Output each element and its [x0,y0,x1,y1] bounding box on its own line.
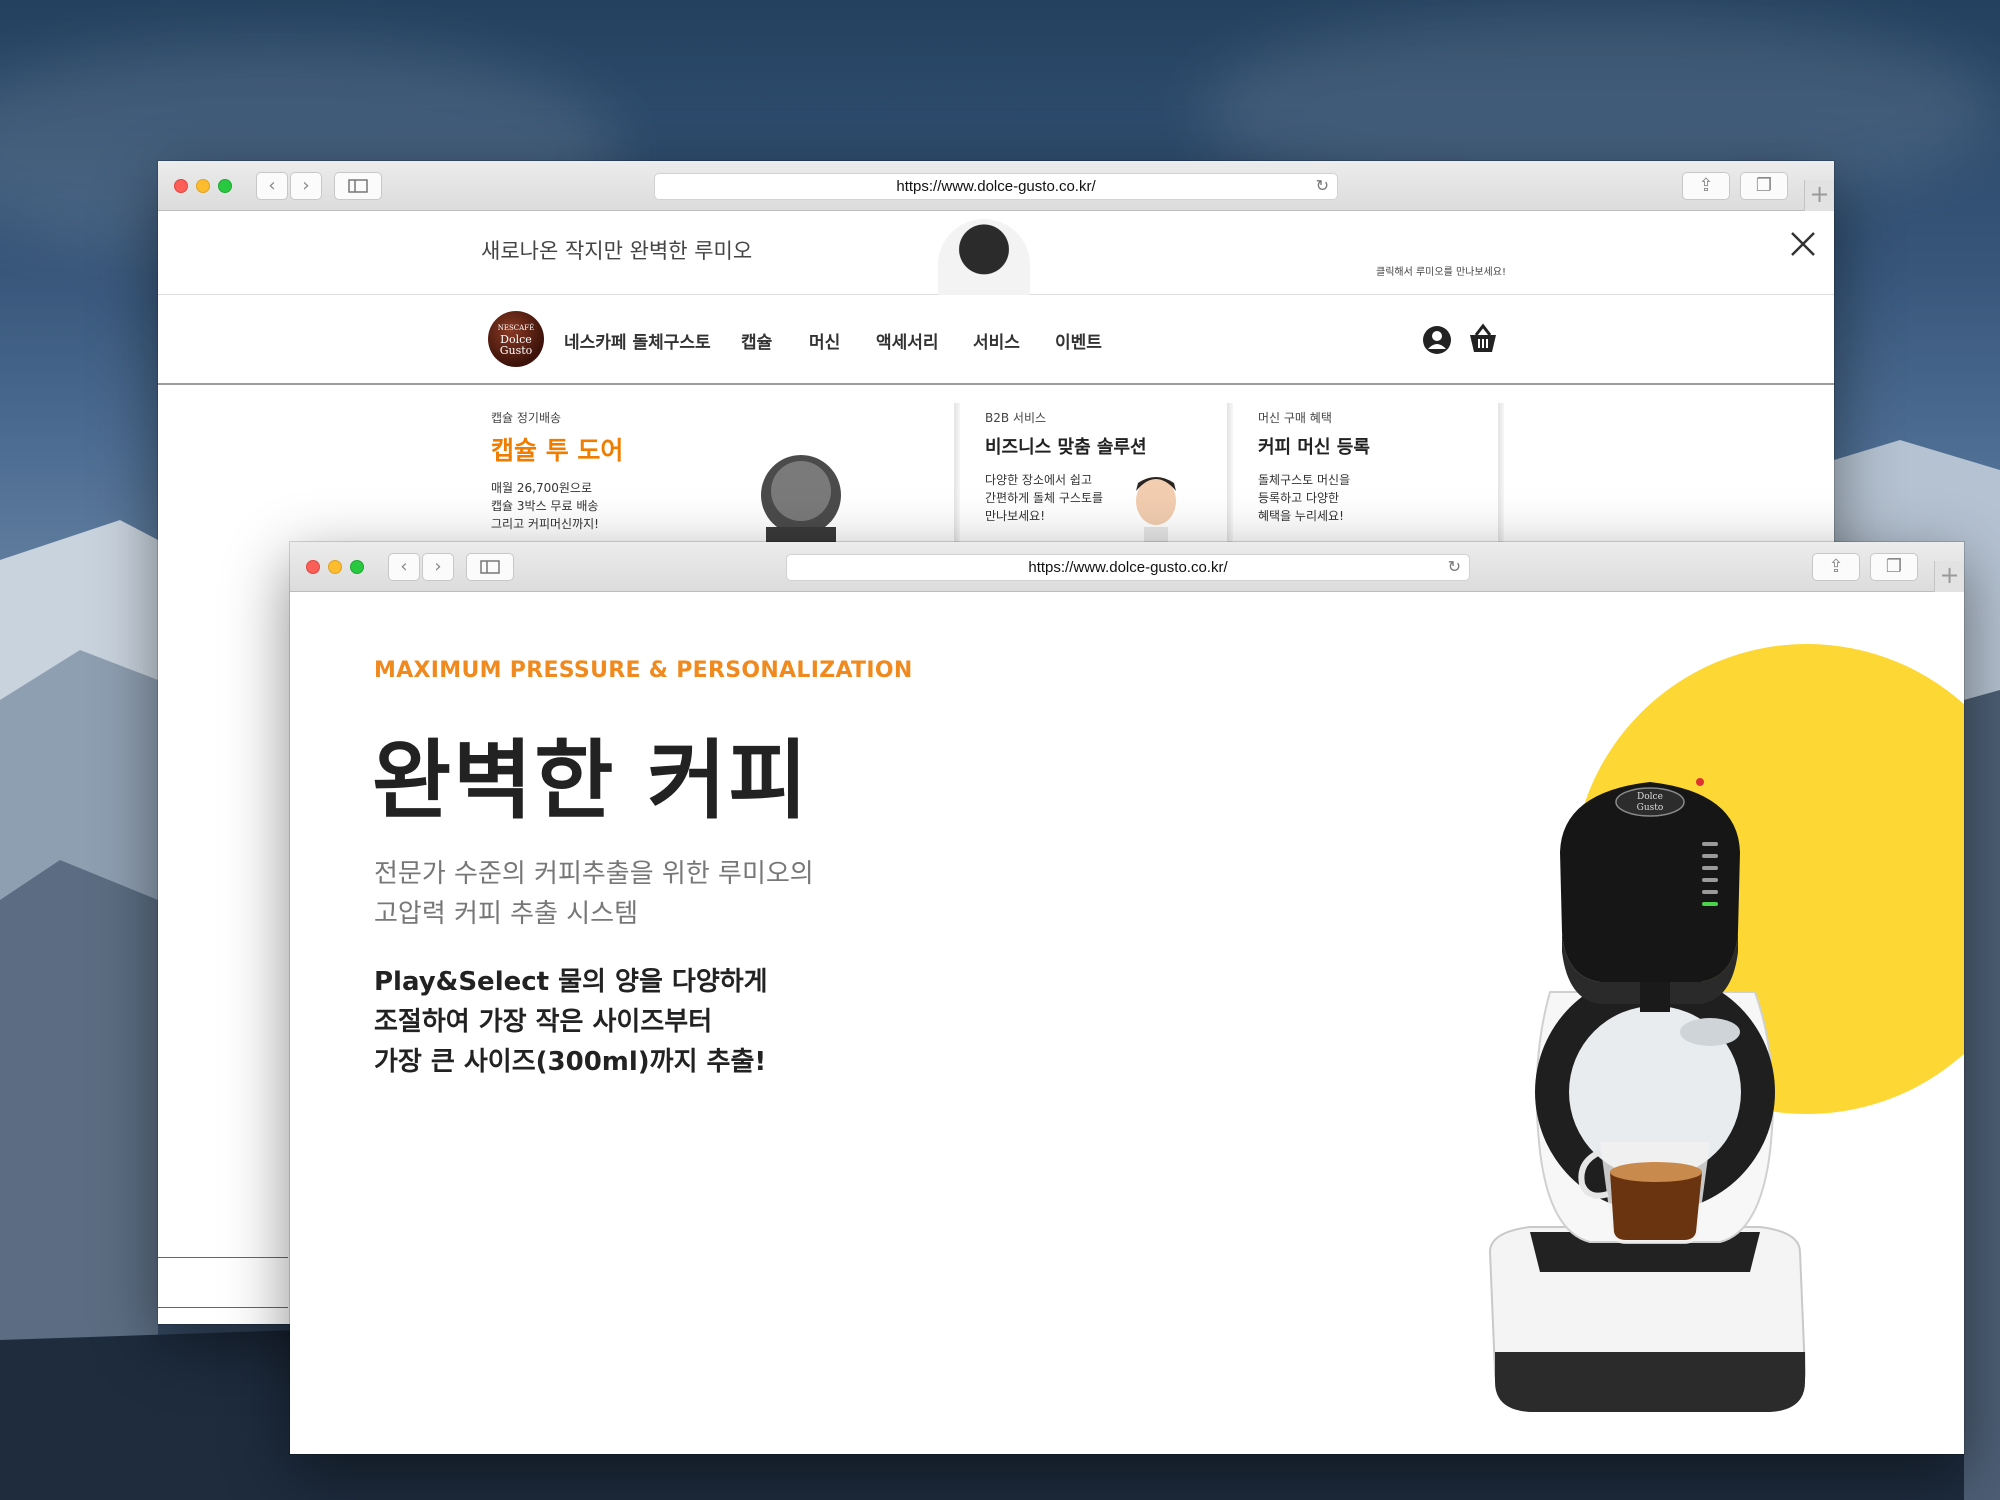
brand-logo[interactable]: NESCAFÉ Dolce Gusto [488,311,544,367]
banner-title: 새로나온 작지만 완벽한 루미오 [481,239,753,263]
browser-toolbar: ‹ › https://www.dolce-gusto.co.kr/ ↻ ⇪ ❐… [158,161,1834,211]
promo-desc: 다양한 장소에서 쉽고 간편하게 돌체 구스토를 만나보세요! [985,471,1103,525]
new-tab-icon[interactable]: + [1934,561,1964,592]
promo-small: 캡슐 정기배송 [491,411,562,425]
hero-eyebrow: MAXIMUM PRESSURE & PERSONALIZATION [374,658,913,683]
nav-item-machine[interactable]: 머신 [809,328,840,353]
coffee-machine-image: Dolce Gusto [1488,778,1807,1412]
promo-cards: 캡슐 정기배송 캡슐 투 도어 매월 26,700원으로 캡슐 3박스 무료 배… [158,387,1834,557]
sidebar-icon[interactable] [334,172,382,200]
promo-divider [1498,403,1504,543]
promo-divider [1227,403,1233,543]
nav-item-service[interactable]: 서비스 [973,328,1020,353]
promo-title: 캡슐 투 도어 [491,436,624,465]
product-logo-line: Gusto [1637,803,1664,813]
hero-body: Play&Select 물의 양을 다양하게 조절하여 가장 작은 사이즈부터 … [374,962,768,1082]
promo-title: 비즈니스 맞춤 솔루션 [985,437,1147,458]
close-window-button[interactable] [306,560,320,574]
promo-desc-line: 돌체구스토 머신을 [1258,473,1351,487]
minimize-window-button[interactable] [328,560,342,574]
browser-window-front: ‹ › https://www.dolce-gusto.co.kr/ ↻ ⇪ ❐… [290,542,1964,1454]
divider-line [158,1307,288,1308]
machine-image [761,455,841,557]
banner-cta[interactable]: 클릭해서 루미오를 만나보세요! [1376,263,1506,278]
url-bar[interactable]: https://www.dolce-gusto.co.kr/ ↻ [654,173,1338,200]
promo-desc: 매월 26,700원으로 캡슐 3박스 무료 배송 그리고 커피머신까지! [491,479,599,533]
tabs-icon[interactable]: ❐ [1870,553,1918,581]
promo-desc-line: 등록하고 다양한 [1258,491,1340,505]
promo-desc-line: 만나보세요! [985,509,1046,523]
promo-desc-line: 캡슐 3박스 무료 배송 [491,499,599,513]
promo-desc-line: 다양한 장소에서 쉽고 [985,473,1092,487]
promo-desc-line: 매월 26,700원으로 [491,481,593,495]
minimize-window-button[interactable] [196,179,210,193]
nav-item-accessory[interactable]: 액세서리 [876,328,939,353]
hero-body-line: 조절하여 가장 작은 사이즈부터 [374,1007,713,1037]
promo-desc-line: 그리고 커피머신까지! [491,517,599,531]
hero-subtitle: 전문가 수준의 커피추출을 위한 루미오의 고압력 커피 추출 시스템 [374,854,814,934]
nav-item-brand[interactable]: 네스카페 돌체구스토 [564,328,711,353]
tabs-icon[interactable]: ❐ [1740,172,1788,200]
zoom-window-button[interactable] [350,560,364,574]
promo-desc-line: 혜택을 누리세요! [1258,509,1344,523]
close-window-button[interactable] [174,179,188,193]
browser-toolbar: ‹ › https://www.dolce-gusto.co.kr/ ↻ ⇪ ❐… [290,542,1964,592]
banner-machine-image [938,219,1030,295]
forward-icon[interactable]: › [422,553,454,581]
hero-body-line: 가장 큰 사이즈(300ml)까지 추출! [374,1047,767,1077]
promo-small: 머신 구매 혜택 [1258,411,1332,425]
reload-icon[interactable]: ↻ [1448,555,1461,580]
forward-icon[interactable]: › [290,172,322,200]
hero-subtitle-line: 전문가 수준의 커피추출을 위한 루미오의 [374,859,814,889]
url-bar[interactable]: https://www.dolce-gusto.co.kr/ ↻ [786,554,1470,581]
logo-line: Gusto [499,344,533,357]
back-icon[interactable]: ‹ [256,172,288,200]
share-icon[interactable]: ⇪ [1682,172,1730,200]
hero-body-line: Play&Select 물의 양을 다양하게 [374,967,768,997]
zoom-window-button[interactable] [218,179,232,193]
nav-item-capsule[interactable]: 캡슐 [741,328,772,353]
new-tab-icon[interactable]: + [1804,180,1834,211]
back-icon[interactable]: ‹ [388,553,420,581]
url-text: https://www.dolce-gusto.co.kr/ [1028,559,1228,576]
sidebar-icon[interactable] [466,553,514,581]
site-navigation: NESCAFÉ Dolce Gusto 네스카페 돌체구스토 캡슐 머신 액세서… [158,295,1834,385]
hero-subtitle-line: 고압력 커피 추출 시스템 [374,899,638,929]
promo-desc-line: 간편하게 돌체 구스토를 [985,491,1104,505]
product-logo-line: Dolce [1637,792,1663,802]
reload-icon[interactable]: ↻ [1316,174,1329,199]
nav-item-event[interactable]: 이벤트 [1055,328,1102,353]
basket-icon[interactable] [1466,323,1500,355]
promo-title: 커피 머신 등록 [1258,437,1370,458]
close-icon[interactable] [1782,223,1822,263]
promo-small: B2B 서비스 [985,411,1047,425]
promo-divider [954,403,960,543]
promo-desc: 돌체구스토 머신을 등록하고 다양한 혜택을 누리세요! [1258,471,1350,525]
share-icon[interactable]: ⇪ [1812,553,1860,581]
promo-banner[interactable]: 새로나온 작지만 완벽한 루미오 클릭해서 루미오를 만나보세요! [158,211,1834,295]
url-text: https://www.dolce-gusto.co.kr/ [896,178,1096,195]
user-icon[interactable] [1422,325,1452,355]
hero-title: 완벽한 커피 [372,731,810,831]
divider-line [158,1257,288,1258]
